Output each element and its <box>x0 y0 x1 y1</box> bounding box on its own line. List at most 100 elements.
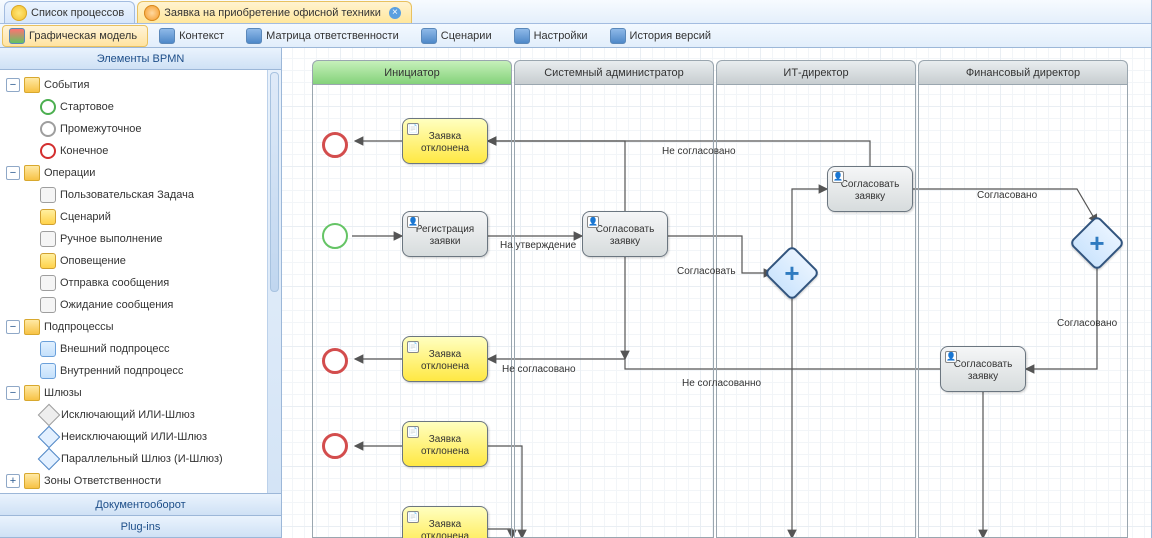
sub-tab-2[interactable]: Матрица ответственности <box>239 25 410 47</box>
palette-item-label: Ручное выполнение <box>60 233 162 245</box>
graphic-model-icon <box>9 28 25 44</box>
lane-header-2[interactable]: ИТ-директор <box>716 60 916 84</box>
sub-tab-5[interactable]: История версий <box>603 25 722 47</box>
palette-item-start-event[interactable]: Стартовое <box>0 96 267 118</box>
collapse-icon[interactable]: − <box>6 386 20 400</box>
plus-icon: + <box>1077 223 1117 263</box>
scenarios-icon <box>421 28 437 44</box>
palette-item-script-task[interactable]: Сценарий <box>0 206 267 228</box>
palette-group-3[interactable]: − Шлюзы <box>0 382 267 404</box>
task-register[interactable]: Регистрация заявки <box>402 211 488 257</box>
palette-item-manual-task[interactable]: Ручное выполнение <box>0 228 267 250</box>
user-icon <box>945 351 957 363</box>
palette-item-label: Внутренний подпроцесс <box>60 365 183 377</box>
palette-group-2[interactable]: −Подпроцессы <box>0 316 267 338</box>
script-icon <box>407 123 419 135</box>
task-label: Заявка отклонена <box>421 434 469 457</box>
expand-icon[interactable]: + <box>6 474 20 488</box>
sidebar-scrollbar[interactable] <box>267 70 281 493</box>
notification-task-icon <box>40 253 56 269</box>
palette-item-receive-message-task[interactable]: Ожидание сообщения <box>0 294 267 316</box>
user-task-icon <box>40 187 56 203</box>
sub-tab-bar: Графическая модель Контекст Матрица ответс… <box>0 24 1151 48</box>
diagram-canvas[interactable]: ИнициаторСистемный администраторИТ-дирек… <box>282 48 1151 538</box>
task-rejected-2[interactable]: Заявка отклонена <box>402 336 488 382</box>
user-icon <box>587 216 599 228</box>
external-subprocess-icon <box>40 341 56 357</box>
folder-icon <box>24 473 40 489</box>
user-icon <box>832 171 844 183</box>
sub-tab-label: История версий <box>630 30 711 42</box>
sub-tab-0[interactable]: Графическая модель <box>2 25 148 47</box>
collapse-icon[interactable]: − <box>6 166 20 180</box>
palette-item-end-event[interactable]: Конечное <box>0 140 267 162</box>
close-icon[interactable]: × <box>389 7 401 19</box>
sub-tab-1[interactable]: Контекст <box>152 25 235 47</box>
sub-tab-3[interactable]: Сценарии <box>414 25 503 47</box>
palette-item-label: Конечное <box>60 145 108 157</box>
receive-message-task-icon <box>40 297 56 313</box>
palette-item-internal-subprocess[interactable]: Внутренний подпроцесс <box>0 360 267 382</box>
palette-item-external-subprocess[interactable]: Внешний подпроцесс <box>0 338 267 360</box>
user-icon <box>407 216 419 228</box>
end-event-1[interactable] <box>322 132 348 158</box>
palette-item-user-task[interactable]: Пользовательская Задача <box>0 184 267 206</box>
lane-body-3[interactable] <box>918 84 1128 538</box>
script-icon <box>407 511 419 523</box>
diagram-canvas-wrap: ИнициаторСистемный администраторИТ-дирек… <box>282 48 1151 538</box>
task-rejected-1[interactable]: Заявка отклонена <box>402 118 488 164</box>
palette-group-4[interactable]: +Зоны Ответственности <box>0 470 267 492</box>
sidebar-section-plugins[interactable]: Plug-ins <box>0 516 281 538</box>
palette-group-label: Шлюзы <box>44 387 82 399</box>
sub-tab-label: Матрица ответственности <box>266 30 399 42</box>
edge-label-3: Согласовано <box>977 190 1037 201</box>
file-tab-0[interactable]: Список процессов <box>4 1 135 23</box>
task-rejected-3[interactable]: Заявка отклонена <box>402 421 488 467</box>
palette-item-xor-gateway[interactable]: Исключающий ИЛИ-Шлюз <box>0 404 267 426</box>
task-approve-findir[interactable]: Согласовать заявку <box>940 346 1026 392</box>
palette-item-send-message-task[interactable]: Отправка сообщения <box>0 272 267 294</box>
task-rejected-4[interactable]: Заявка отклонена <box>402 506 488 538</box>
edge-label-0: Не согласовано <box>662 146 736 157</box>
palette-item-label: Пользовательская Задача <box>60 189 194 201</box>
sidebar-section-docs[interactable]: Документооборот <box>0 494 281 516</box>
task-approve-sysadmin[interactable]: Согласовать заявку <box>582 211 668 257</box>
collapse-icon[interactable]: − <box>6 78 20 92</box>
palette-tree[interactable]: −СобытияСтартовоеПромежуточноеКонечное−О… <box>0 70 267 493</box>
xor-gateway-icon <box>38 404 61 427</box>
task-label: Заявка отклонена <box>421 519 469 538</box>
end-event-2[interactable] <box>322 348 348 374</box>
palette-group-0[interactable]: −События <box>0 74 267 96</box>
task-approve-itdir[interactable]: Согласовать заявку <box>827 166 913 212</box>
palette-item-label: Ожидание сообщения <box>60 299 173 311</box>
palette-item-label: Сценарий <box>60 211 111 223</box>
sub-tab-label: Контекст <box>179 30 224 42</box>
lane-header-3[interactable]: Финансовый директор <box>918 60 1128 84</box>
start-event-1[interactable] <box>322 223 348 249</box>
gw-parallel-2[interactable]: + <box>1077 223 1117 263</box>
script-task-icon <box>40 209 56 225</box>
folder-icon <box>24 165 40 181</box>
palette-item-notification-task[interactable]: Оповещение <box>0 250 267 272</box>
task-label: Согласовать заявку <box>954 359 1013 382</box>
sub-tab-4[interactable]: Настройки <box>507 25 599 47</box>
context-icon <box>159 28 175 44</box>
palette-group-1[interactable]: −Операции <box>0 162 267 184</box>
collapse-icon[interactable]: − <box>6 320 20 334</box>
script-icon <box>407 426 419 438</box>
resp-matrix-icon <box>246 28 262 44</box>
palette-item-or-gateway[interactable]: Неисключающий ИЛИ-Шлюз <box>0 426 267 448</box>
palette-item-label: Исключающий ИЛИ-Шлюз <box>61 409 195 421</box>
gw-parallel-1[interactable]: + <box>772 253 812 293</box>
file-tab-1[interactable]: Заявка на приобретение офисной техники× <box>137 1 412 23</box>
palette-item-intermediate-event[interactable]: Промежуточное <box>0 118 267 140</box>
script-icon <box>407 341 419 353</box>
folder-icon <box>24 77 40 93</box>
sub-tab-label: Графическая модель <box>29 30 137 42</box>
end-event-3[interactable] <box>322 433 348 459</box>
lane-header-1[interactable]: Системный администратор <box>514 60 714 84</box>
lane-header-0[interactable]: Инициатор <box>312 60 512 84</box>
lane-body-2[interactable] <box>716 84 916 538</box>
folder-icon <box>24 385 40 401</box>
palette-item-and-gateway[interactable]: Параллельный Шлюз (И-Шлюз) <box>0 448 267 470</box>
